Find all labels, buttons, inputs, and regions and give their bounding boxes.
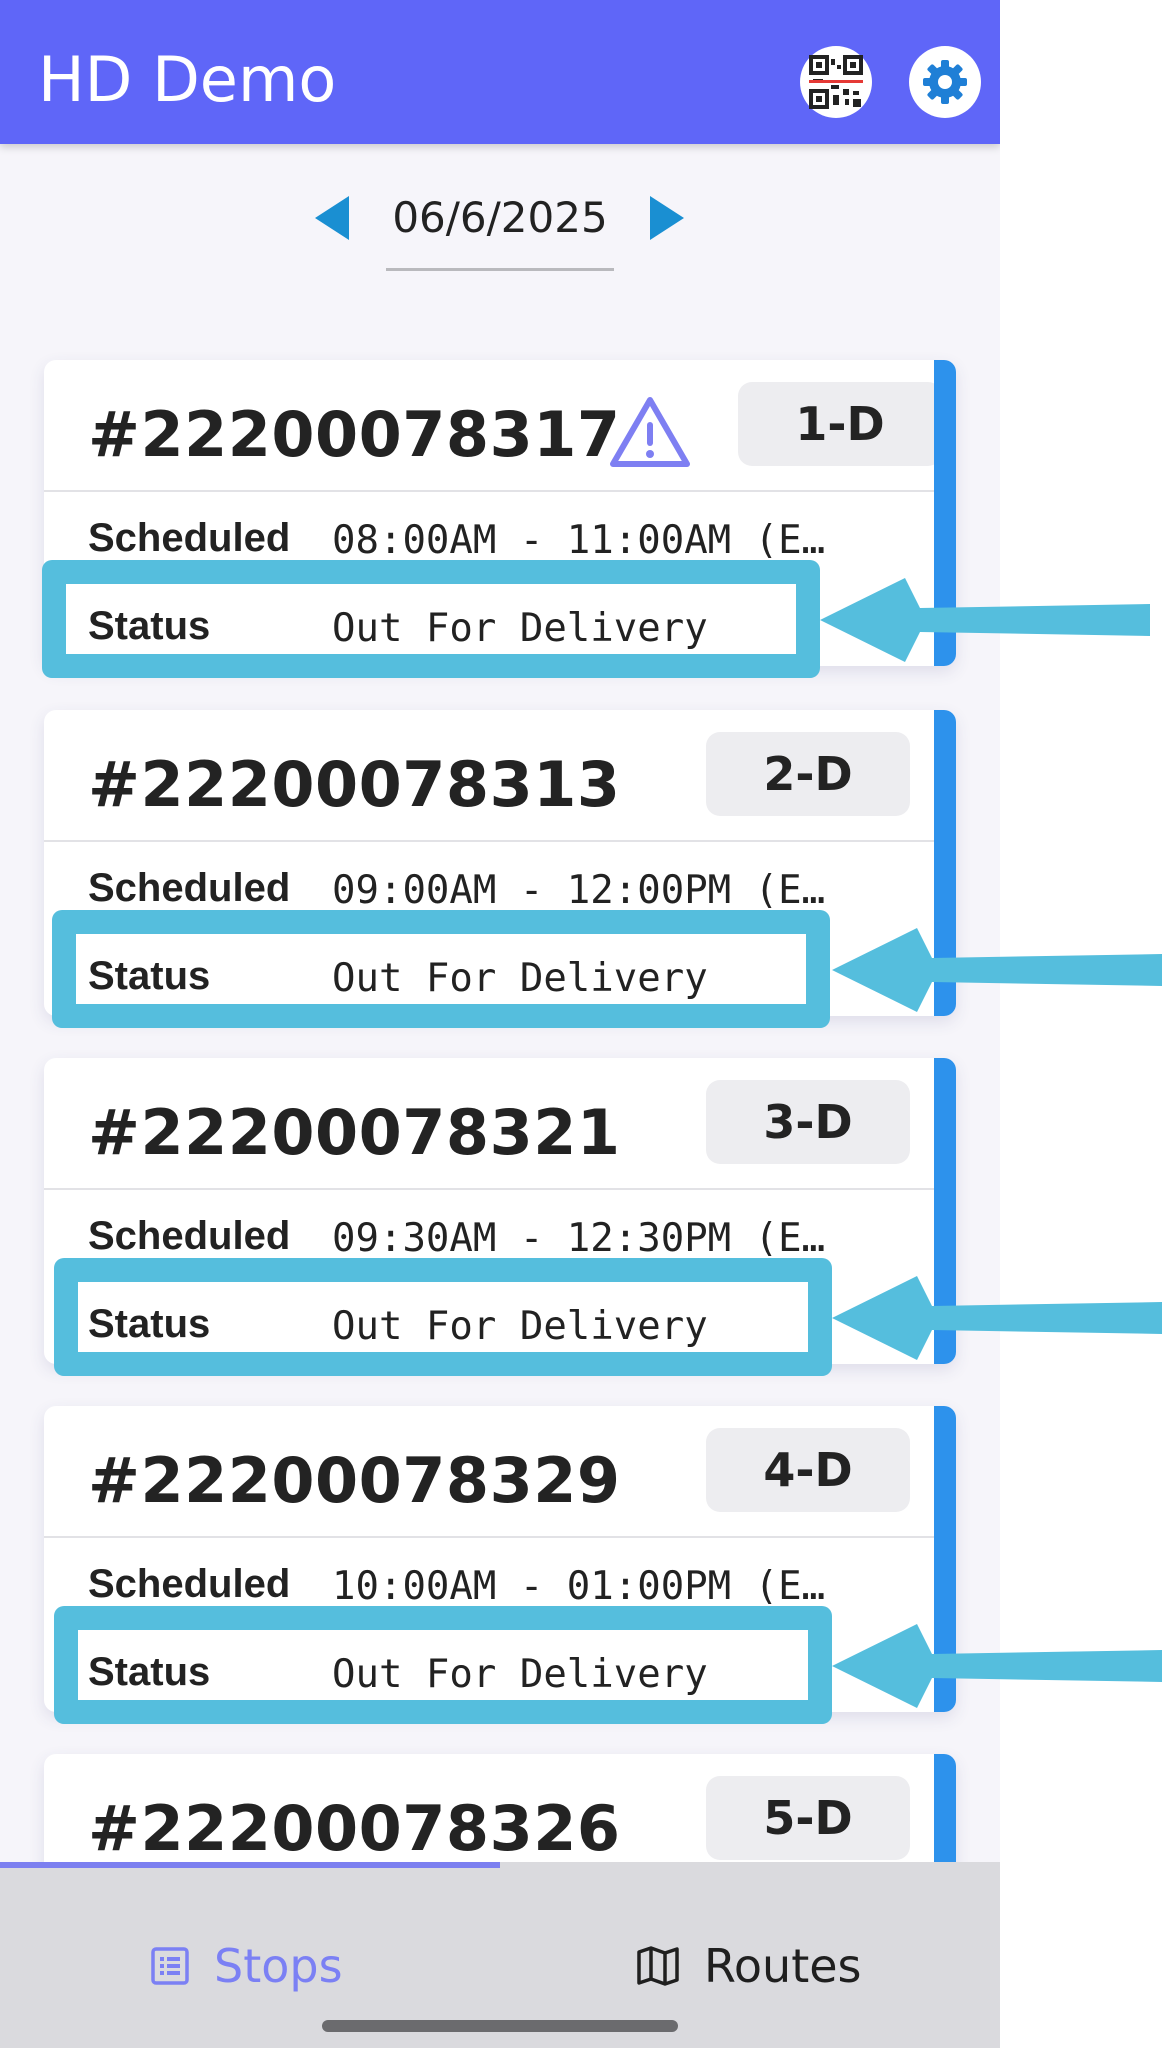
tab-stops[interactable]: Stops (150, 1926, 343, 2006)
status-highlight-box: Status Out For Delivery (52, 910, 830, 1028)
order-number: #22200078321 (88, 1096, 621, 1169)
order-number: #22200078329 (88, 1444, 621, 1517)
status-highlight-box: Status Out For Delivery (54, 1606, 832, 1724)
status-label: Status (88, 1302, 211, 1346)
card-divider (44, 490, 934, 492)
status-label: Status (88, 604, 211, 648)
map-icon (637, 1946, 679, 1986)
callout-arrow-icon (832, 928, 1162, 1012)
scheduled-label: Scheduled (88, 866, 291, 910)
order-number: #22200078317 (88, 398, 621, 471)
warning-icon (610, 397, 690, 467)
status-highlight-box: Status Out For Delivery (42, 560, 820, 678)
previous-date-icon[interactable] (315, 196, 349, 240)
tab-routes[interactable]: Routes (636, 1926, 862, 2006)
scheduled-label: Scheduled (88, 1562, 291, 1606)
qr-code-icon (809, 55, 863, 109)
card-divider (44, 1188, 934, 1190)
stop-sequence-badge: 2-D (706, 732, 910, 816)
callout-arrow-icon (832, 1624, 1162, 1708)
scheduled-window: 09:00AM - 12:00PM (E… (332, 868, 826, 913)
date-underline (386, 268, 614, 271)
list-icon (151, 1947, 189, 1985)
card-divider (44, 840, 934, 842)
scheduled-window: 09:30AM - 12:30PM (E… (332, 1216, 826, 1261)
app-header: HD Demo (0, 0, 1000, 144)
callout-arrow-icon (832, 1276, 1162, 1360)
callout-arrow-icon (820, 578, 1150, 662)
card-divider (44, 1536, 934, 1538)
stop-sequence-badge: 5-D (706, 1776, 910, 1860)
date-picker: 06/6/2025 (0, 180, 1000, 290)
active-tab-indicator (0, 1862, 500, 1868)
stop-sequence-badge: 3-D (706, 1080, 910, 1164)
scheduled-label: Scheduled (88, 1214, 291, 1258)
tab-label: Stops (214, 1939, 343, 1993)
status-value: Out For Delivery (332, 606, 708, 651)
stop-sequence-badge: 4-D (706, 1428, 910, 1512)
next-date-icon[interactable] (650, 196, 684, 240)
gear-icon (923, 60, 967, 104)
app-title: HD Demo (38, 43, 337, 116)
scheduled-window: 08:00AM - 11:00AM (E… (332, 518, 826, 563)
status-label: Status (88, 954, 211, 998)
home-indicator (322, 2020, 678, 2032)
bottom-navigation: Stops Routes (0, 1862, 1000, 2048)
stop-sequence-badge: 1-D (738, 382, 942, 466)
scheduled-label: Scheduled (88, 516, 291, 560)
status-highlight-box: Status Out For Delivery (54, 1258, 832, 1376)
status-label: Status (88, 1650, 211, 1694)
tab-label: Routes (704, 1939, 862, 1993)
order-number: #22200078313 (88, 748, 621, 821)
qr-scan-button[interactable] (800, 46, 872, 118)
selected-date[interactable]: 06/6/2025 (386, 188, 614, 248)
status-value: Out For Delivery (332, 1652, 708, 1697)
scheduled-window: 10:00AM - 01:00PM (E… (332, 1564, 826, 1609)
status-value: Out For Delivery (332, 1304, 708, 1349)
app-screen: HD Demo 06/6/2025 #22200078317 1-D Sched… (0, 0, 1000, 2048)
status-value: Out For Delivery (332, 956, 708, 1001)
settings-button[interactable] (909, 46, 981, 118)
